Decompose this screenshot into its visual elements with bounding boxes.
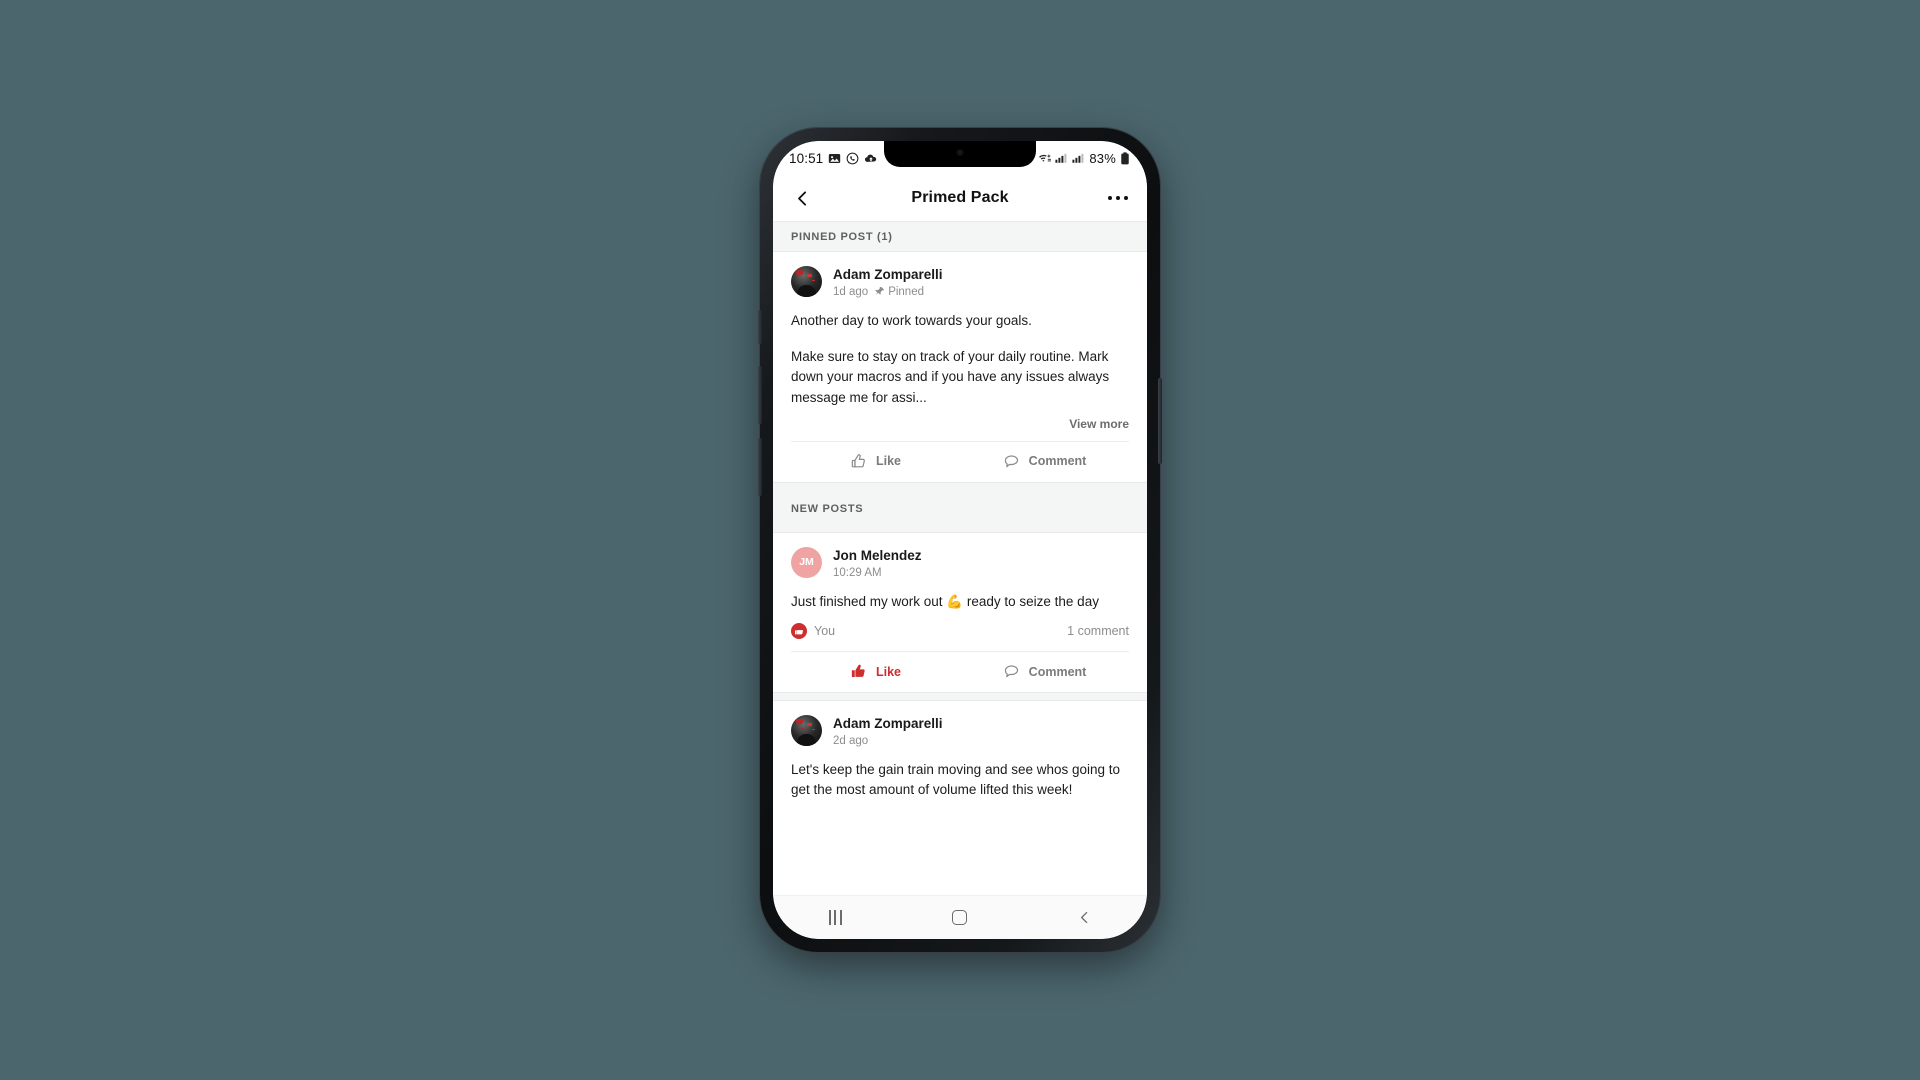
post-actions: Like Comment <box>791 651 1129 692</box>
volume-up-button[interactable] <box>758 366 762 424</box>
home-icon[interactable] <box>933 903 987 933</box>
like-button[interactable]: Like <box>791 442 960 482</box>
post-header: Adam Zomparelli 1d ago Pinned <box>791 266 1129 298</box>
post-item-adam-2[interactable]: Adam Zomparelli 2d ago Let's keep the ga… <box>773 701 1147 801</box>
avatar[interactable]: JM <box>791 546 822 578</box>
post-timestamp-row: 2d ago <box>833 735 943 747</box>
post-header: Adam Zomparelli 2d ago <box>791 715 1129 747</box>
recents-icon[interactable] <box>808 903 862 933</box>
post-item-pinned[interactable]: Adam Zomparelli 1d ago Pinned Another da… <box>773 252 1147 482</box>
like-label: Like <box>875 664 901 679</box>
pin-icon <box>875 287 885 296</box>
comment-count[interactable]: 1 comment <box>1067 624 1129 638</box>
photos-icon <box>828 152 841 165</box>
post-actions: Like Comment <box>791 440 1129 482</box>
status-bar-left: 10:51 <box>789 151 877 166</box>
comment-label: Comment <box>1028 664 1087 679</box>
status-bar-right: 83% <box>1038 151 1133 166</box>
like-label: Like <box>875 454 901 469</box>
reaction-group[interactable]: You <box>791 623 835 639</box>
post-header: JM Jon Melendez 10:29 AM <box>791 546 1129 579</box>
signal-bars-sim1-icon <box>1055 152 1068 165</box>
view-more-button[interactable]: View more <box>791 408 1129 431</box>
post-separator <box>773 692 1147 701</box>
avatar[interactable] <box>791 266 822 297</box>
thumbs-up-outline-icon <box>851 454 865 468</box>
pinned-label: Pinned <box>888 285 924 298</box>
silent-switch[interactable] <box>758 310 762 344</box>
like-button[interactable]: Like <box>791 652 960 692</box>
power-button[interactable] <box>1158 378 1162 464</box>
nav-back-icon[interactable] <box>1058 903 1112 933</box>
post-body: Just finished my work out 💪 ready to sei… <box>791 579 1129 612</box>
post-paragraph: Another day to work towards your goals. <box>791 312 1032 328</box>
comment-button[interactable]: Comment <box>960 652 1129 692</box>
post-timestamp: 10:29 AM <box>833 566 882 579</box>
display-notch <box>884 141 1036 167</box>
new-posts-section-header: NEW POSTS <box>773 481 1147 533</box>
post-author-name[interactable]: Jon Melendez <box>833 548 922 565</box>
comment-button[interactable]: Comment <box>960 442 1129 482</box>
signal-bars-sim2-icon <box>1072 152 1085 165</box>
comment-label: Comment <box>1028 454 1087 469</box>
post-body: Let's keep the gain train moving and see… <box>791 747 1129 801</box>
device-bezel: 10:51 83% Primed Pack PINNED POST (1) Ad… <box>773 141 1147 939</box>
post-paragraph: Just finished my work out 💪 ready to sei… <box>791 593 1099 609</box>
android-navigation-bar <box>773 895 1147 939</box>
volume-down-button[interactable] <box>758 438 762 496</box>
post-feed[interactable]: PINNED POST (1) Adam Zomparelli 1d ago P… <box>773 221 1147 895</box>
post-paragraph: Let's keep the gain train moving and see… <box>791 761 1121 798</box>
post-meta: Jon Melendez 10:29 AM <box>833 547 922 579</box>
pinned-badge: Pinned <box>874 286 924 298</box>
front-camera-icon <box>956 149 964 156</box>
thumbs-up-filled-badge-icon <box>791 623 807 639</box>
post-body: Another day to work towards your goals. … <box>791 298 1129 408</box>
thumbs-up-filled-icon <box>851 664 865 677</box>
post-author-name[interactable]: Adam Zomparelli <box>833 267 943 284</box>
overflow-menu-icon[interactable] <box>1103 183 1133 213</box>
battery-icon <box>1120 151 1133 165</box>
page-title: Primed Pack <box>911 189 1009 206</box>
comment-bubble-icon <box>1004 455 1018 468</box>
post-timestamp: 2d ago <box>833 734 869 747</box>
pinned-section-header: PINNED POST (1) <box>773 221 1147 252</box>
screenshot-stage: 10:51 83% Primed Pack PINNED POST (1) Ad… <box>0 0 1920 1080</box>
whatsapp-icon <box>846 152 859 165</box>
reaction-summary-row: You 1 comment <box>791 612 1129 641</box>
battery-percentage: 83% <box>1089 150 1116 166</box>
upload-cloud-icon <box>864 152 877 165</box>
post-meta: Adam Zomparelli 2d ago <box>833 715 943 747</box>
wifi-calling-icon <box>1038 152 1052 165</box>
status-bar-clock: 10:51 <box>789 150 824 166</box>
post-paragraph: Make sure to stay on track of your daily… <box>791 349 1110 405</box>
back-chevron-icon[interactable] <box>787 183 817 213</box>
phone-screen: 10:51 83% Primed Pack PINNED POST (1) Ad… <box>773 141 1147 939</box>
post-item-jon[interactable]: JM Jon Melendez 10:29 AM Just finished m… <box>773 532 1147 692</box>
post-author-name[interactable]: Adam Zomparelli <box>833 716 943 733</box>
app-header: Primed Pack <box>773 175 1147 221</box>
post-meta: Adam Zomparelli 1d ago Pinned <box>833 266 943 298</box>
phone-device-frame: 10:51 83% Primed Pack PINNED POST (1) Ad… <box>758 128 1162 952</box>
post-timestamp: 1d ago <box>833 285 869 298</box>
avatar[interactable] <box>791 715 822 746</box>
status-bar: 10:51 83% <box>773 141 1147 175</box>
post-timestamp-row: 10:29 AM <box>833 567 922 579</box>
post-timestamp-row: 1d ago Pinned <box>833 286 943 298</box>
comment-bubble-icon <box>1004 665 1018 678</box>
reaction-who: You <box>814 624 836 638</box>
